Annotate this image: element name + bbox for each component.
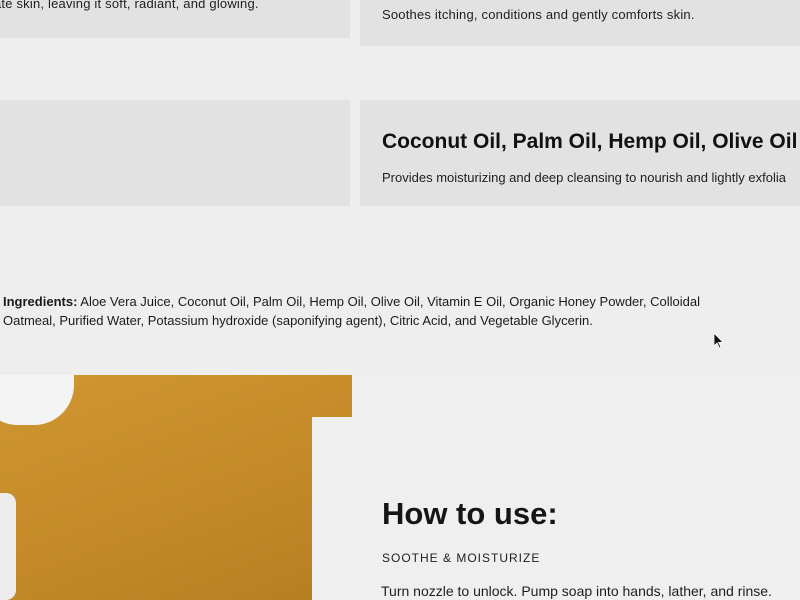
ingredients-text: Aloe Vera Juice, Coconut Oil, Palm Oil, …: [3, 294, 700, 328]
product-image: [0, 375, 352, 600]
benefit-card-top-right-text: Soothes itching, conditions and gently c…: [382, 7, 695, 22]
how-to-use-section: [352, 375, 800, 600]
benefit-title: Coconut Oil, Palm Oil, Hemp Oil, Olive O…: [382, 130, 798, 153]
mouse-cursor-icon: [714, 333, 724, 349]
bottle-edge-shape: [0, 493, 16, 600]
benefit-card-top-left-text: ate skin, leaving it soft, radiant, and …: [0, 0, 259, 11]
ingredients-label: Ingredients:: [3, 294, 78, 309]
pump-nozzle-shape: [0, 375, 74, 425]
benefit-description: Provides moisturizing and deep cleansing…: [382, 170, 786, 185]
how-to-use-text: Turn nozzle to unlock. Pump soap into ha…: [381, 583, 772, 599]
product-page: ate skin, leaving it soft, radiant, and …: [0, 0, 800, 600]
image-notch: [312, 417, 352, 600]
how-to-use-title: How to use:: [382, 496, 558, 531]
ingredients-block: Ingredients: Aloe Vera Juice, Coconut Oi…: [3, 292, 733, 330]
benefit-card-mid-left: [0, 100, 350, 206]
how-to-use-subtitle: SOOTHE & MOISTURIZE: [382, 551, 541, 565]
